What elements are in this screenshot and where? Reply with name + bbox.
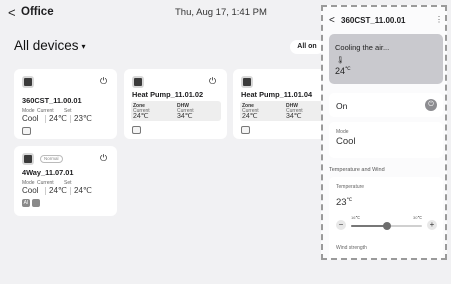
device-name: Heat Pump_11.01.04 [241, 90, 313, 99]
min-temp-label: 16℃ [351, 215, 360, 220]
feature-icon [22, 127, 31, 135]
power-button[interactable]: ⏻ [100, 153, 107, 164]
all-on-button[interactable]: All on [290, 40, 324, 54]
info-box: Zone Current 24℃ DHW Current 34℃ [240, 101, 330, 121]
ai-icon: AI [22, 199, 30, 207]
zone-temp: 24℃ [242, 113, 258, 120]
divider [70, 115, 71, 123]
divider [45, 187, 46, 195]
slider-thumb[interactable] [382, 222, 391, 230]
feature-icon [132, 126, 141, 134]
decrease-temp-button[interactable]: − [336, 220, 346, 230]
zone-temp: 24℃ [133, 113, 149, 120]
device-card-360cst[interactable]: ⏻ 360CST_11.00.01 Mode Current Set Cool … [14, 69, 117, 139]
all-devices-dropdown[interactable]: All devices ▾ [14, 38, 86, 53]
increase-temp-button[interactable]: + [427, 220, 437, 230]
datetime: Thu, Aug 17, 1:41 PM [175, 7, 267, 18]
device-icon [132, 76, 144, 88]
device-icon [22, 153, 34, 165]
temperature-card: Temperature 23℃ 16℃ 30℃ − + Wind strengt… [329, 177, 443, 258]
section-title: Temperature and Wind [329, 167, 385, 173]
panel-back-icon[interactable]: < [329, 15, 335, 26]
device-icon [241, 76, 253, 88]
max-temp-label: 30℃ [413, 215, 422, 220]
mode-label: Mode [336, 129, 349, 135]
device-icon [22, 76, 34, 88]
device-name: 4Way_11.07.01 [22, 168, 74, 177]
status-card: Cooling the air... 🌡 24℃ [329, 34, 443, 84]
power-button[interactable]: ⏻ [209, 76, 216, 87]
device-card-heat-pump-02[interactable]: ⏻ Heat Pump_11.01.02 Zone Current 24℃ DH… [124, 69, 227, 139]
status-text: Cooling the air... [335, 43, 390, 52]
feature-icon [32, 199, 40, 207]
temperature-slider[interactable] [351, 222, 422, 230]
power-button[interactable]: ⏻ [100, 76, 107, 87]
mode-value: Cool [22, 114, 39, 123]
mode-row[interactable]: Mode Cool [329, 122, 443, 158]
set-temp: 23℃ [74, 114, 92, 123]
device-name: 360CST_11.00.01 [22, 96, 82, 105]
current-temp: 24℃ [49, 186, 67, 195]
dhw-temp: 34℃ [286, 113, 302, 120]
temperature-label: Temperature [336, 184, 365, 190]
room-title: Office [21, 6, 54, 18]
device-name: Heat Pump_11.01.02 [132, 90, 204, 99]
mode-value: Cool [22, 186, 39, 195]
thermometer-icon: 🌡 [336, 57, 345, 64]
power-toggle[interactable]: ⏻ [425, 99, 437, 111]
info-box: Zone Current 24℃ DHW Current 34℃ [131, 101, 221, 121]
status-badge: Normal [40, 155, 63, 163]
current-temp: 24℃ [49, 114, 67, 123]
status-temperature: 24℃ [335, 66, 351, 76]
power-state-label: On [336, 101, 348, 111]
slider-fill [351, 225, 387, 227]
divider [70, 187, 71, 195]
power-row[interactable]: On ⏻ [329, 93, 443, 117]
chevron-down-icon: ▾ [81, 41, 86, 51]
more-options-icon[interactable]: ⋮ [435, 15, 443, 24]
wind-strength-label: Wind strength [336, 245, 367, 251]
mode-value: Cool [336, 136, 356, 147]
divider [45, 115, 46, 123]
device-card-4way[interactable]: Normal ⏻ 4Way_11.07.01 Mode Current Set … [14, 146, 117, 216]
dhw-temp: 34℃ [177, 113, 193, 120]
device-detail-panel: < 360CST_11.00.01 ⋮ Cooling the air... 🌡… [321, 5, 447, 260]
all-devices-label: All devices [14, 38, 79, 53]
back-icon[interactable]: < [8, 5, 16, 20]
panel-title: 360CST_11.00.01 [341, 16, 406, 25]
set-temp: 24℃ [74, 186, 92, 195]
temperature-value: 23℃ [336, 197, 353, 209]
feature-icon [241, 126, 250, 134]
